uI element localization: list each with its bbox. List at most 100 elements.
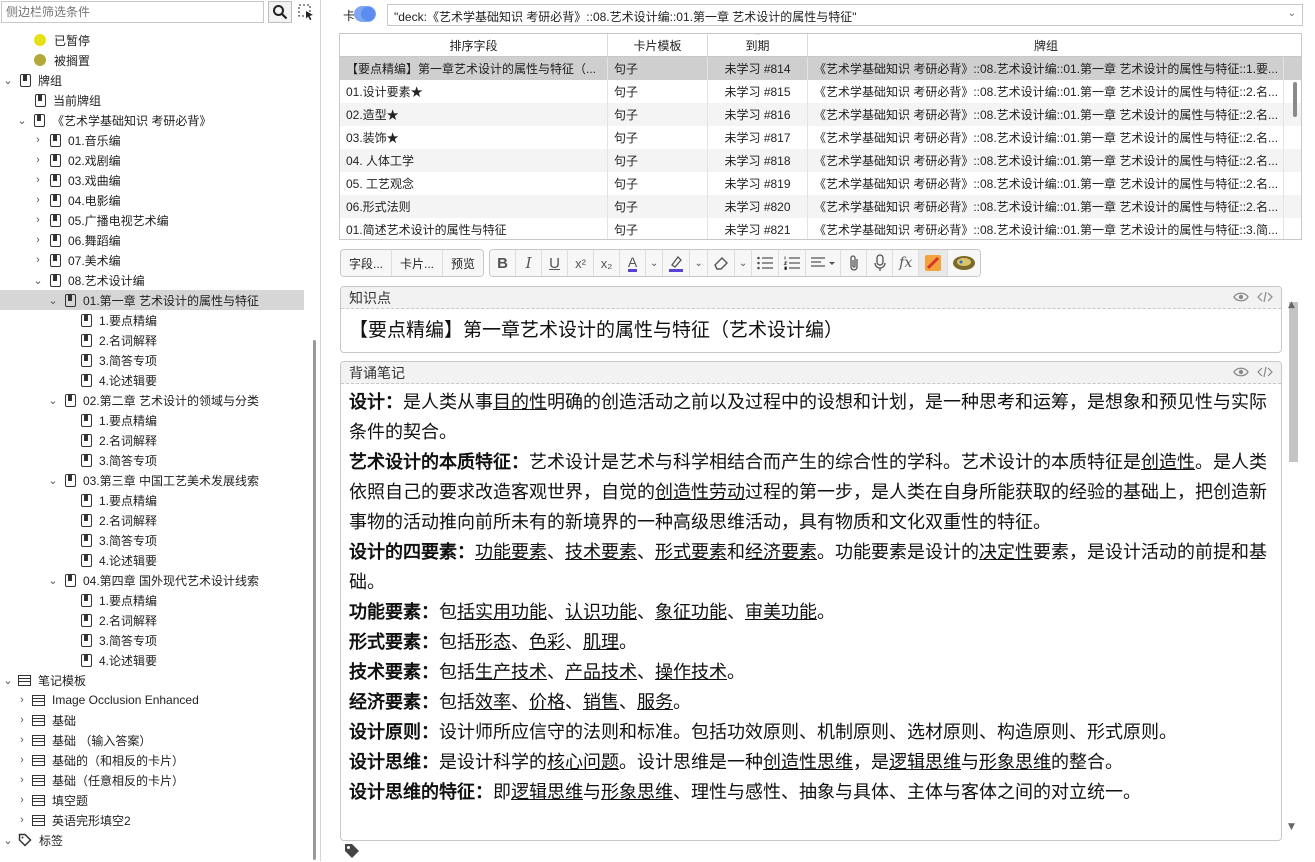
cards-button[interactable]: 卡片... [392,250,444,276]
chevron-right-icon[interactable]: › [32,134,44,146]
sidebar-item-deck[interactable]: 4.论述辑要 [0,370,312,390]
chevron-right-icon[interactable]: › [16,694,28,706]
eye-icon[interactable] [1233,290,1249,304]
sidebar-scrollbar[interactable] [313,340,316,860]
chevron-right-icon[interactable]: › [16,714,28,726]
table-row[interactable]: 01.设计要素★ 句子 未学习 #815 《艺术学基础知识 考研必背》::08.艺术设… [340,80,1301,103]
chevron-down-icon[interactable]: ⌄ [32,274,44,287]
text-color-button[interactable]: A [620,250,647,276]
cards-notes-toggle[interactable] [354,6,376,22]
sidebar-item-deck[interactable]: › 06.舞蹈编 [0,230,312,250]
sidebar-item-deck[interactable]: 1.要点精编 [0,310,312,330]
sidebar-item-deck[interactable]: › 03.戏曲编 [0,170,312,190]
attach-button[interactable] [841,250,868,276]
chevron-right-icon[interactable]: › [32,214,44,226]
sidebar-item-deck[interactable]: 1.要点精编 [0,490,312,510]
column-header-due[interactable]: ⌃ 到期 [708,34,808,56]
sidebar-item-deck-root[interactable]: ⌄ 《艺术学基础知识 考研必背》 [0,110,312,130]
highlight-dropdown[interactable]: ⌄ [690,250,708,276]
chevron-right-icon[interactable]: › [16,814,28,826]
sidebar-item-deck[interactable]: › 04.电影编 [0,190,312,210]
sidebar-item-note-type[interactable]: › 基础 （输入答案） [0,730,312,750]
column-header-card-template[interactable]: 卡片模板 [608,34,708,56]
sidebar-item-note-type[interactable]: › 基础的（和相反的卡片） [0,750,312,770]
sidebar-item-buried[interactable]: 被搁置 [0,50,312,70]
math-button[interactable]: fx [893,250,920,276]
table-scrollbar[interactable] [1293,82,1297,117]
fields-button[interactable]: 字段... [341,250,393,276]
code-icon[interactable] [1257,365,1273,379]
table-row[interactable]: 03.装饰★ 句子 未学习 #817 《艺术学基础知识 考研必背》::08.艺术设计编… [340,126,1301,149]
superscript-button[interactable]: x² [568,250,595,276]
sidebar-item-paused[interactable]: 已暂停 [0,30,312,50]
addon-paint-button[interactable] [919,250,949,276]
scroll-down-arrow-icon[interactable]: ▼ [1288,822,1295,832]
chevron-right-icon[interactable]: › [32,194,44,206]
sidebar-item-note-type[interactable]: › 基础 [0,710,312,730]
column-header-deck[interactable]: 牌组 [808,34,1284,56]
table-row[interactable]: 【要点精编】第一章艺术设计的属性与特征（... 句子 未学习 #814 《艺术学基础知… [340,57,1301,80]
subscript-button[interactable]: x₂ [594,250,621,276]
sidebar-item-note-type[interactable]: › 填空题 [0,790,312,810]
bullet-list-button[interactable] [752,250,780,276]
sidebar-item-tags[interactable]: ⌄ 标签 [0,830,312,850]
sidebar-item-deck[interactable]: ⌄ 02.第二章 艺术设计的领域与分类 [0,390,312,410]
sidebar-item-deck[interactable]: 4.论述辑要 [0,550,312,570]
eraser-dropdown[interactable]: ⌄ [734,250,753,276]
numbered-list-button[interactable] [779,250,807,276]
field-editor[interactable]: 【要点精编】第一章艺术设计的属性与特征（艺术设计编） [341,309,1281,349]
sidebar-item-deck[interactable]: 3.简答专项 [0,350,312,370]
sidebar-item-note-types[interactable]: ⌄ 笔记模板 [0,670,312,690]
sidebar-item-note-type[interactable]: › 英语完形填空2 [0,810,312,830]
sidebar-item-deck[interactable]: 4.论述辑要 [0,650,312,670]
chevron-right-icon[interactable]: › [32,154,44,166]
italic-button[interactable]: I [516,250,543,276]
sidebar-item-deck[interactable]: ⌄ 08.艺术设计编 [0,270,312,290]
search-button[interactable] [268,1,292,23]
code-icon[interactable] [1257,290,1273,304]
sidebar-item-deck[interactable]: 1.要点精编 [0,410,312,430]
chevron-right-icon[interactable]: › [32,234,44,246]
sidebar-item-deck[interactable]: 3.简答专项 [0,630,312,650]
eraser-button[interactable] [707,250,735,276]
chevron-right-icon[interactable]: › [32,174,44,186]
table-row[interactable]: 04. 人体工学 句子 未学习 #818 《艺术学基础知识 考研必背》::08.艺术设… [340,149,1301,172]
table-row[interactable]: 05. 工艺观念 句子 未学习 #819 《艺术学基础知识 考研必背》::08.艺术设… [340,172,1301,195]
chevron-right-icon[interactable]: › [16,754,28,766]
chevron-right-icon[interactable]: › [16,734,28,746]
sidebar-item-note-type[interactable]: › 基础（任意相反的卡片） [0,770,312,790]
chevron-down-icon[interactable]: ⌄ [2,74,14,87]
preview-button[interactable]: 预览 [443,250,484,276]
highlight-button[interactable] [663,250,691,276]
sidebar-item-deck[interactable]: › 05.广播电视艺术编 [0,210,312,230]
addon-image-button[interactable] [948,250,981,276]
table-row[interactable]: 01.简述艺术设计的属性与特征 句子 未学习 #821 《艺术学基础知识 考研必背》:… [340,218,1301,239]
chevron-down-icon[interactable]: ⌄ [2,674,14,687]
sidebar-item-deck[interactable]: 2.名词解释 [0,510,312,530]
scroll-up-arrow-icon[interactable]: ▲ [1288,300,1295,310]
chevron-down-icon[interactable]: ⌄ [47,394,59,407]
sidebar-item-deck[interactable]: 2.名词解释 [0,330,312,350]
sidebar-item-deck[interactable]: 3.简答专项 [0,530,312,550]
align-button[interactable] [806,250,842,276]
sidebar-item-deck-selected[interactable]: ⌄ 01.第一章 艺术设计的属性与特征 [0,290,304,310]
record-audio-button[interactable] [867,250,894,276]
chevron-down-icon[interactable]: ⌄ [47,294,59,307]
sidebar-item-deck[interactable]: ⌄ 04.第四章 国外现代艺术设计线索 [0,570,312,590]
sidebar-item-decks[interactable]: ⌄ 牌组 [0,70,312,90]
sidebar-item-current-deck[interactable]: 当前牌组 [0,90,312,110]
sidebar-item-deck[interactable]: ⌄ 03.第三章 中国工艺美术发展线索 [0,470,312,490]
chevron-right-icon[interactable]: › [16,774,28,786]
text-color-dropdown[interactable]: ⌄ [646,250,664,276]
sidebar-search-input[interactable] [1,1,264,23]
chevron-right-icon[interactable]: › [16,794,28,806]
sidebar-item-deck[interactable]: 3.简答专项 [0,450,312,470]
table-row[interactable]: 02.造型★ 句子 未学习 #816 《艺术学基础知识 考研必背》::08.艺术设计编… [340,103,1301,126]
chevron-down-icon[interactable]: ⌄ [47,474,59,487]
sidebar-item-deck[interactable]: › 02.戏剧编 [0,150,312,170]
field-editor[interactable]: 设计：是人类从事目的性明确的创造活动之前以及过程中的设想和计划，是一种思考和运筹… [341,384,1281,812]
eye-icon[interactable] [1233,365,1249,379]
sidebar-item-deck[interactable]: 2.名词解释 [0,430,312,450]
bold-button[interactable]: B [490,250,517,276]
chevron-down-icon[interactable]: ⌄ [47,574,59,587]
